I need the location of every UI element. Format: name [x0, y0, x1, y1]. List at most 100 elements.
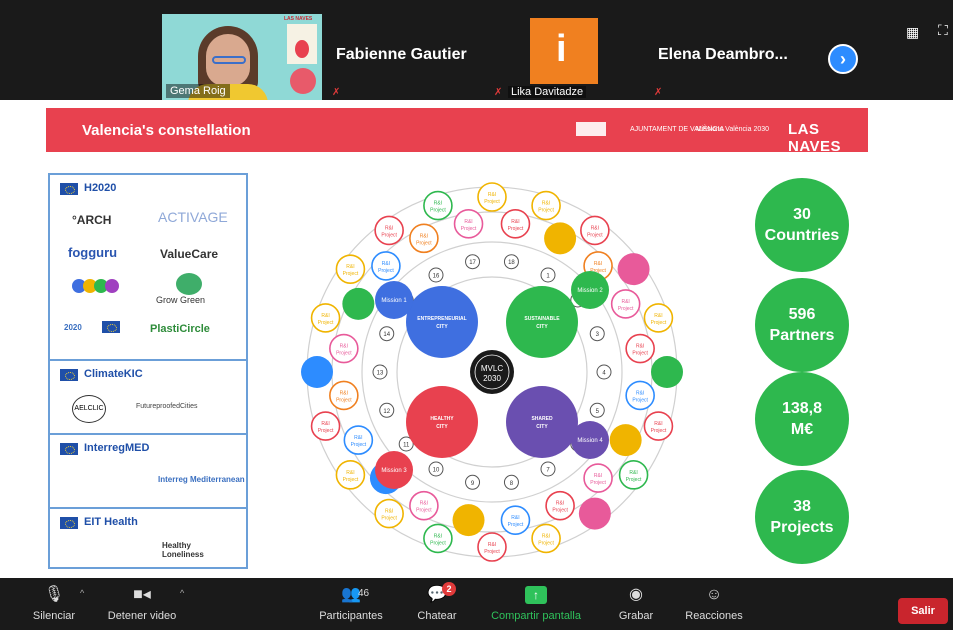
partner-logo: AELCLIC: [72, 395, 106, 423]
project-node-label: R&I: [321, 313, 329, 319]
number-node-label: 13: [377, 371, 384, 377]
chat-button[interactable]: 💬 2 Chatear: [412, 582, 462, 622]
mission-node-label: Mission 3: [381, 468, 407, 474]
record-icon: ◉: [629, 586, 643, 603]
project-node-label: R&I: [488, 192, 496, 198]
project-node-label: R&I: [354, 435, 362, 441]
project-node-label: R&I: [556, 501, 564, 507]
project-node-filled: [301, 356, 333, 388]
number-node-label: 17: [469, 260, 476, 266]
project-node-label: Project: [484, 549, 500, 555]
project-node-label: Project: [590, 480, 606, 486]
number-node-label: 12: [383, 409, 390, 415]
gallery-view-icon[interactable]: ▦: [906, 24, 919, 41]
project-node-label: R&I: [340, 390, 348, 396]
city-node-label: CITY: [436, 324, 448, 330]
las-naves-logo: LAS NAVES: [788, 121, 842, 155]
share-screen-icon: ↑: [484, 584, 588, 606]
eu-flag-icon: [60, 369, 78, 381]
city-node-label: SHARED: [531, 416, 553, 422]
project-node-filled: [651, 356, 683, 388]
project-node-label: R&I: [464, 219, 472, 225]
slide-banner: Valencia's constellation AJUNTAMENT DE V…: [46, 108, 868, 155]
project-node-label: R&I: [434, 533, 442, 539]
missions-logo: Missions València 2030: [696, 126, 770, 133]
reactions-button[interactable]: ☺ Reacciones: [680, 584, 748, 622]
project-node-label: Project: [618, 306, 634, 312]
city-node-label: CITY: [536, 424, 548, 430]
project-node-label: Project: [538, 208, 554, 214]
stop-video-button[interactable]: ■◂ Detener video: [104, 584, 180, 622]
project-node-label: Project: [343, 271, 359, 277]
project-node-label: R&I: [594, 473, 602, 479]
eu-flag-icon: [102, 321, 120, 333]
participant-count: 46: [358, 588, 370, 599]
fullscreen-icon[interactable]: ⛶: [938, 22, 948, 39]
participant-tile-lika[interactable]: i ✗ Lika Davitadze: [490, 14, 605, 100]
project-node-label: R&I: [629, 470, 637, 476]
tree-logo-icon: [176, 273, 202, 295]
project-node-filled: [609, 424, 642, 457]
project-node-label: Project: [318, 320, 334, 326]
participant-name-label: Lika Davitadze: [508, 86, 587, 98]
project-node-label: Project: [430, 208, 446, 214]
share-screen-button[interactable]: ↑ Compartir pantalla: [484, 584, 588, 622]
project-node-label: R&I: [420, 233, 428, 239]
project-node-label: R&I: [594, 261, 602, 267]
project-node-label: Project: [318, 428, 334, 434]
record-button[interactable]: ◉ Grabar: [612, 584, 660, 622]
project-node-label: R&I: [346, 264, 354, 270]
mute-button[interactable]: 🎙 Silenciar: [26, 584, 82, 622]
building-logo-icon: [576, 122, 606, 136]
city-node-label: ENTREPRENEURIAL: [417, 316, 466, 322]
participant-tile-fabienne[interactable]: Fabienne Gautier ✗: [328, 14, 483, 100]
project-node-label: R&I: [511, 515, 519, 521]
participant-tile-elena[interactable]: Elena Deambro... ✗: [650, 14, 830, 100]
mission-node-label: Mission 1: [381, 298, 407, 304]
participant-name: Elena Deambro...: [658, 46, 788, 63]
partner-logo: FutureproofedCities: [136, 403, 198, 410]
slide-title: Valencia's constellation: [82, 122, 251, 139]
stat-partners: 596 Partners: [755, 278, 849, 372]
video-options-caret-icon[interactable]: ^: [180, 588, 184, 598]
project-node-label: Project: [336, 351, 352, 357]
microphone-icon: 🎙: [43, 586, 65, 603]
stat-label: Projects: [770, 519, 834, 536]
participant-name-label: Gema Roig: [166, 84, 230, 98]
video-label: Detener video: [107, 610, 177, 622]
city-node: [506, 386, 578, 458]
project-node-filled: [452, 504, 485, 537]
project-node-label: Project: [484, 199, 500, 205]
project-node-label: Project: [430, 540, 446, 546]
partner-logo: °ARCH: [72, 213, 112, 227]
eu-flag-icon: [60, 517, 78, 529]
stat-countries: 30 Countries: [755, 178, 849, 272]
stat-label: M€: [790, 421, 814, 438]
partner-logo: ACTIVAGE: [158, 209, 228, 225]
participants-button[interactable]: 👥 46 Participantes: [314, 584, 388, 622]
project-node-label: Project: [508, 522, 524, 528]
glasses: [212, 56, 246, 64]
stat-value: 38: [793, 498, 811, 515]
project-node-label: R&I: [382, 261, 390, 267]
shared-screen-slide: Valencia's constellation AJUNTAMENT DE V…: [0, 100, 953, 578]
project-node-label: Project: [416, 508, 432, 514]
next-participants-button[interactable]: ›: [828, 44, 858, 74]
camera-icon: ■◂: [133, 586, 151, 603]
project-node-label: Project: [587, 232, 603, 238]
project-node-label: Project: [538, 540, 554, 546]
project-node-label: Project: [632, 351, 648, 357]
audio-options-caret-icon[interactable]: ^: [80, 588, 84, 598]
number-node-label: 18: [508, 260, 515, 266]
project-node-label: Project: [343, 477, 359, 483]
program-heading: H2020: [84, 182, 117, 194]
stat-label: Countries: [764, 227, 840, 244]
leave-button[interactable]: Salir: [898, 598, 948, 624]
project-node-label: Project: [626, 477, 642, 483]
constellation-diagram: R&IProjectR&IProjectR&IProjectR&IProject…: [301, 182, 683, 562]
mute-label: Silenciar: [32, 610, 76, 622]
avatar: i: [530, 18, 598, 84]
partner-logo: fogguru: [68, 245, 118, 260]
partner-logo: Healthy Loneliness: [162, 541, 204, 559]
participant-video-tile[interactable]: LAS NAVES Gema Roig: [162, 14, 322, 100]
